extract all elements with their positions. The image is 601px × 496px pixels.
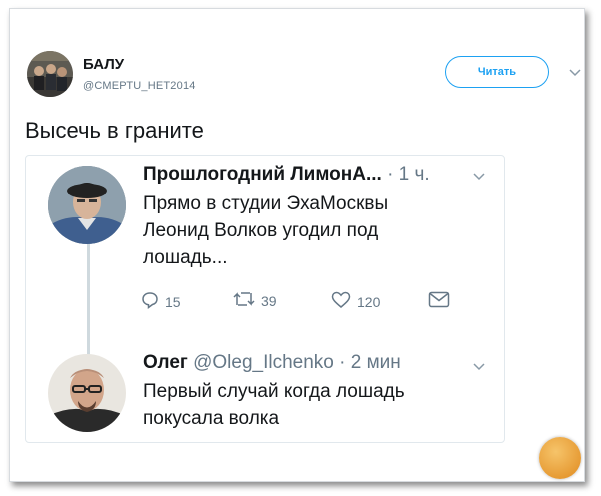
tweet-text: Высечь в граните [25,118,204,143]
quote-actions: 15 39 120 [141,291,471,315]
retweet-icon [233,291,255,310]
reply-icon [141,291,159,312]
like-count: 120 [357,293,381,310]
quote-second-line: покусала волка [143,408,280,429]
quoted-thread[interactable]: Прошлогодний ЛимонА... · 1 ч. Прямо в ст… [25,155,505,443]
quote-second-handle[interactable]: @Oleg_Ilchenko [193,352,334,373]
quote-second-name[interactable]: Олег [143,352,188,373]
quote-second-line: Первый случай когда лошадь [143,381,405,402]
like-icon [331,291,351,312]
retweet-count: 39 [261,292,277,309]
author-avatar[interactable] [27,51,73,97]
reply-count: 15 [165,293,181,310]
quote-first-line: Прямо в студии ЭхаМосквы [143,193,389,214]
quote-first-time[interactable]: · 1 ч. [387,164,430,185]
quote-first-name[interactable]: Прошлогодний ЛимонА... [143,164,382,185]
chevron-down-icon[interactable] [473,360,485,374]
chevron-down-icon[interactable] [569,66,581,80]
quote-second-time[interactable]: · 2 мин [339,352,401,373]
quote-avatar-second[interactable] [48,354,126,432]
watermark-logo [539,437,581,479]
quote-first-line: Леонид Волков угодил под [143,220,379,241]
chevron-down-icon[interactable] [473,170,485,184]
quote-first-line: лошадь... [143,247,228,268]
author-name[interactable]: БАЛУ [83,56,124,73]
retweet-button[interactable]: 39 [233,291,277,310]
follow-button[interactable]: Читать [445,56,549,88]
quote-avatar-first[interactable] [48,166,126,244]
like-button[interactable]: 120 [331,291,380,312]
reply-button[interactable]: 15 [141,291,181,312]
message-button[interactable] [428,291,450,311]
author-handle[interactable]: @СМЕРТU_НЕТ2014 [83,80,196,92]
message-icon [428,291,450,311]
